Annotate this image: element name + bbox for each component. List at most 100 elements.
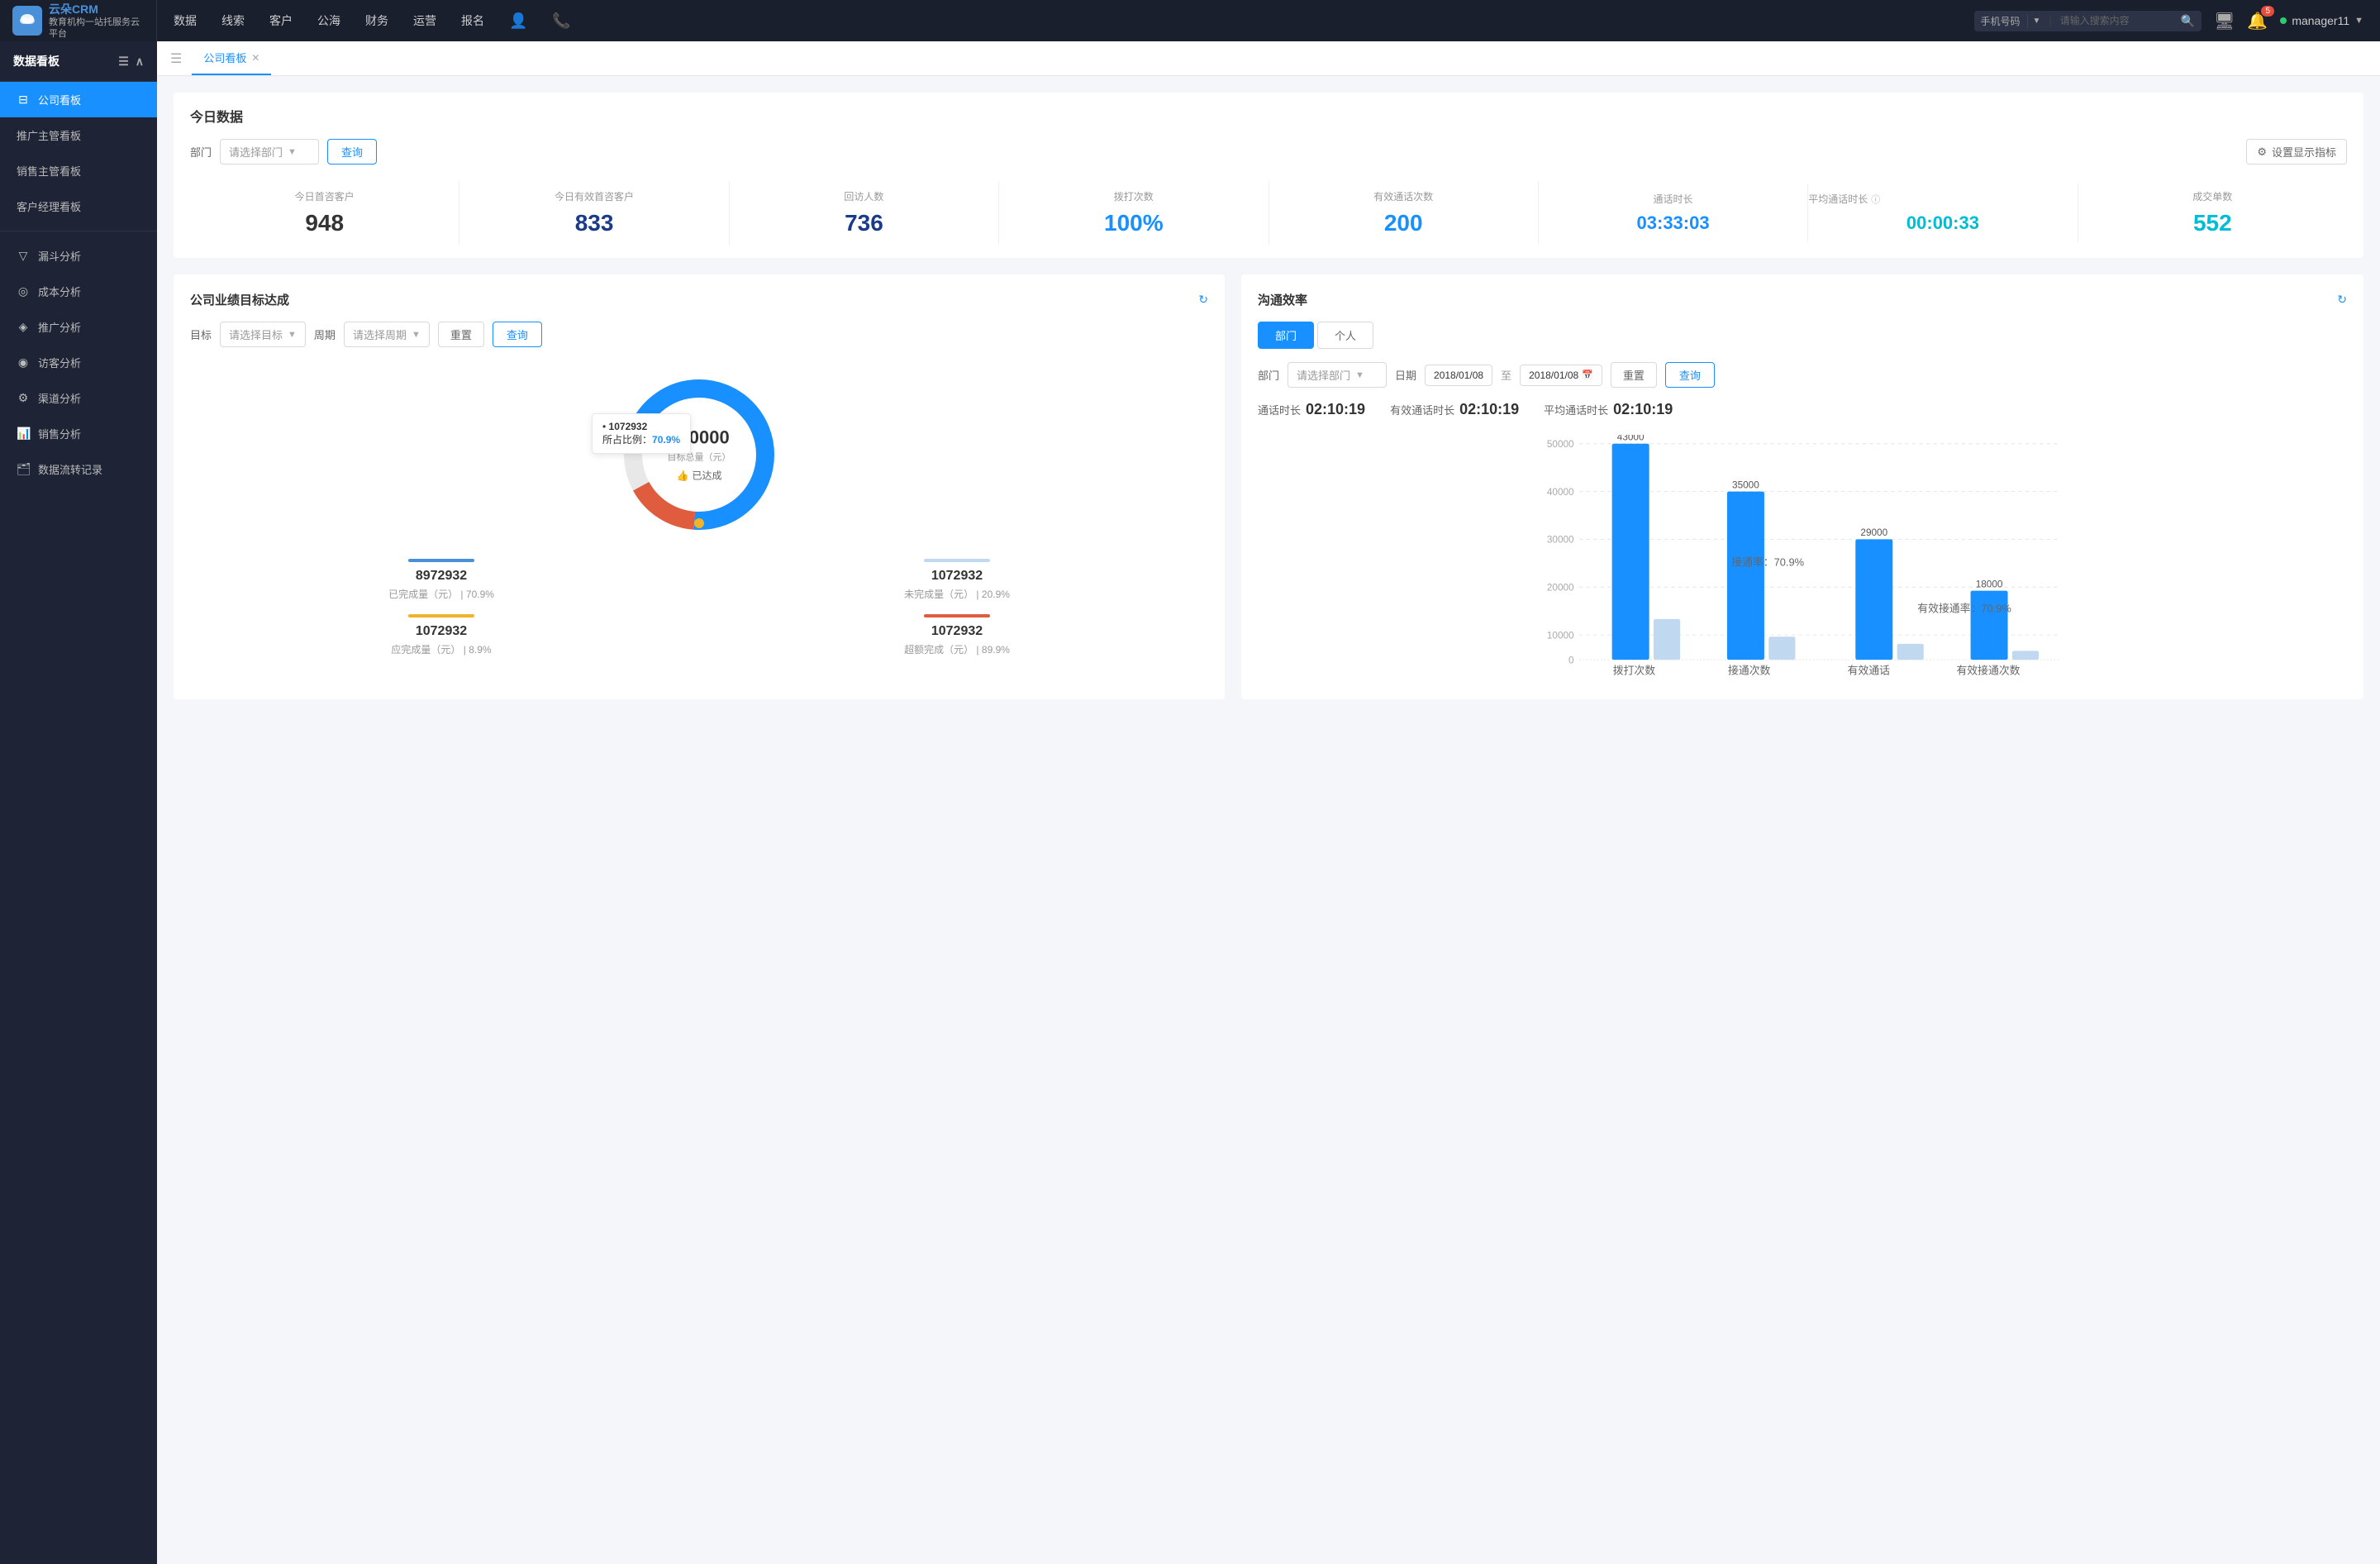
- search-input[interactable]: [2060, 15, 2176, 26]
- comm-dept-label: 部门: [1258, 367, 1279, 383]
- comm-panel-header: 沟通效率 ↻: [1258, 291, 2347, 308]
- completed-desc: 已完成量（元） | 70.9%: [190, 587, 693, 601]
- sidebar-collapse-icon[interactable]: ☰: [118, 55, 129, 69]
- comm-stat-effective-duration: 有效通话时长 02:10:19: [1390, 401, 1519, 418]
- stats-metrics: 今日首咨客户 948 今日有效首咨客户 833 回访人数 736 拨打次数 10…: [190, 181, 2347, 245]
- completed-bar: [408, 559, 474, 562]
- sidebar-item-company-board[interactable]: ⊟ 公司看板: [0, 82, 157, 117]
- tab-close-icon[interactable]: ✕: [251, 52, 259, 64]
- metric-value: 948: [190, 210, 459, 236]
- search-dropdown-icon[interactable]: ▼: [2033, 17, 2041, 26]
- period-select[interactable]: 请选择周期 ▼: [344, 322, 430, 347]
- sidebar-item-channel[interactable]: ⚙ 渠道分析: [0, 380, 157, 416]
- donut-chart: • 1072932 所占比例：70.9%: [608, 364, 790, 546]
- nav-finance[interactable]: 财务: [365, 8, 388, 33]
- bar-chart-svg: 50000 40000 30000 20000 10000 0: [1258, 435, 2347, 683]
- funnel-icon: ▽: [17, 249, 30, 263]
- sidebar-up-icon[interactable]: ∧: [136, 55, 144, 69]
- target-select[interactable]: 请选择目标 ▼: [220, 322, 306, 347]
- tab-company-board[interactable]: 公司看板 ✕: [192, 41, 271, 75]
- metric-label: 成交单数: [2078, 189, 2347, 203]
- nav-user-icon[interactable]: 👤: [509, 8, 527, 34]
- comm-query-button[interactable]: 查询: [1665, 362, 1715, 388]
- sidebar-item-label: 推广分析: [38, 319, 81, 335]
- sidebar-item-label: 销售分析: [38, 426, 81, 441]
- comm-dept-select[interactable]: 请选择部门 ▼: [1288, 362, 1387, 388]
- comm-date-from[interactable]: 2018/01/08: [1425, 365, 1492, 386]
- svg-text:35000: 35000: [1732, 479, 1759, 490]
- monitor-icon[interactable]: 🖥: [2214, 11, 2235, 31]
- nav-leads[interactable]: 线索: [221, 8, 245, 33]
- sidebar-item-manager-board[interactable]: 客户经理看板: [0, 188, 157, 224]
- sidebar-item-promotion[interactable]: ◈ 推广分析: [0, 309, 157, 345]
- sidebar-item-sales[interactable]: 📊 销售分析: [0, 416, 157, 451]
- stat-label: 有效通话时长: [1390, 402, 1454, 417]
- nav-signup[interactable]: 报名: [461, 8, 484, 33]
- settings-display-button[interactable]: ⚙ 设置显示指标: [2246, 139, 2347, 165]
- search-icon[interactable]: 🔍: [2181, 14, 2195, 28]
- sidebar-item-label: 数据流转记录: [38, 461, 102, 477]
- goal-refresh-icon[interactable]: ↻: [1198, 293, 1208, 307]
- channel-icon: ⚙: [17, 391, 30, 405]
- comm-tab-dept[interactable]: 部门: [1258, 322, 1314, 349]
- nav-public-sea[interactable]: 公海: [317, 8, 340, 33]
- promotion-icon: ◈: [17, 320, 30, 334]
- svg-text:接通次数: 接通次数: [1728, 664, 1771, 676]
- metric-label: 有效通话次数: [1269, 189, 1538, 203]
- over-achieve-value: 1072932: [706, 624, 1208, 639]
- today-filter-row: 部门 请选择部门 ▼ 查询 ⚙ 设置显示指标: [190, 139, 2347, 165]
- page-content: 今日数据 部门 请选择部门 ▼ 查询 ⚙ 设置显示指标: [157, 76, 2380, 716]
- nav-data[interactable]: 数据: [174, 8, 197, 33]
- sidebar-item-sales-board[interactable]: 销售主管看板: [0, 153, 157, 188]
- tab-menu-button[interactable]: ☰: [170, 50, 182, 67]
- should-complete-bar: [408, 614, 474, 617]
- metric-first-consult: 今日首咨客户 948: [190, 181, 459, 245]
- sidebar-item-data-flow[interactable]: 🗂 数据流转记录: [0, 451, 157, 487]
- bell-icon[interactable]: 🔔 5: [2247, 11, 2268, 31]
- user-area[interactable]: manager11 ▼: [2280, 14, 2363, 27]
- goal-stat-over-achieve: 1072932 超额完成（元） | 89.9%: [706, 614, 1208, 656]
- dept-select[interactable]: 请选择部门 ▼: [220, 139, 319, 165]
- comm-stat-duration: 通话时长 02:10:19: [1258, 401, 1365, 418]
- tooltip-value: 1072932: [609, 421, 648, 432]
- sidebar-header: 数据看板 ☰ ∧: [0, 41, 157, 82]
- search-divider: |: [2045, 15, 2054, 26]
- metric-label: 通话时长: [1539, 192, 1807, 206]
- comm-reset-button[interactable]: 重置: [1611, 362, 1657, 388]
- nav-phone-icon[interactable]: 📞: [552, 8, 570, 34]
- target-chevron-icon: ▼: [288, 330, 297, 340]
- data-flow-icon: 🗂: [17, 462, 30, 476]
- nav-customers[interactable]: 客户: [269, 8, 293, 33]
- sidebar-item-promotion-board[interactable]: 推广主管看板: [0, 117, 157, 153]
- sales-icon: 📊: [17, 427, 30, 441]
- goal-query-button[interactable]: 查询: [493, 322, 542, 347]
- today-query-button[interactable]: 查询: [327, 139, 377, 165]
- svg-text:29000: 29000: [1860, 527, 1887, 538]
- sidebar-item-funnel[interactable]: ▽ 漏斗分析: [0, 238, 157, 274]
- comm-stats-row: 通话时长 02:10:19 有效通话时长 02:10:19 平均通话时长 02:…: [1258, 401, 2347, 418]
- metric-label: 回访人数: [730, 189, 998, 203]
- sidebar-item-label: 成本分析: [38, 284, 81, 299]
- user-dropdown-icon[interactable]: ▼: [2354, 16, 2363, 26]
- metric-value: 552: [2078, 210, 2347, 236]
- sidebar-item-label: 公司看板: [38, 92, 81, 107]
- dept-filter-label: 部门: [190, 144, 212, 160]
- sidebar-item-visitor[interactable]: ◉ 访客分析: [0, 345, 157, 380]
- sidebar-item-cost[interactable]: ◎ 成本分析: [0, 274, 157, 309]
- nav-operations[interactable]: 运营: [413, 8, 436, 33]
- over-achieve-desc: 超额完成（元） | 89.9%: [706, 642, 1208, 656]
- goal-stats-grid: 8972932 已完成量（元） | 70.9% 1072932 未完成量（元） …: [190, 559, 1208, 656]
- comm-tab-personal[interactable]: 个人: [1317, 322, 1373, 349]
- thumbs-up-icon: 👍: [677, 470, 689, 481]
- search-type[interactable]: 手机号码: [1981, 14, 2028, 28]
- donut-achieved: 👍 已达成: [668, 469, 731, 483]
- metric-avg-duration: 平均通话时长 ⓘ 00:00:33: [1808, 184, 2078, 242]
- nav-right: 手机号码 ▼ | 🔍 🖥 🔔 5 manager11 ▼: [1958, 11, 2380, 31]
- comm-date-to[interactable]: 2018/01/08 📅: [1520, 365, 1602, 386]
- logo-text: 云朵CRM 教育机构一站托服务云平台: [49, 2, 144, 41]
- goal-reset-button[interactable]: 重置: [438, 322, 484, 347]
- svg-text:有效接通次数: 有效接通次数: [1956, 664, 2020, 676]
- svg-text:拨打次数: 拨打次数: [1613, 664, 1656, 676]
- comm-refresh-icon[interactable]: ↻: [2337, 293, 2347, 307]
- donut-tooltip: • 1072932 所占比例：70.9%: [592, 413, 691, 454]
